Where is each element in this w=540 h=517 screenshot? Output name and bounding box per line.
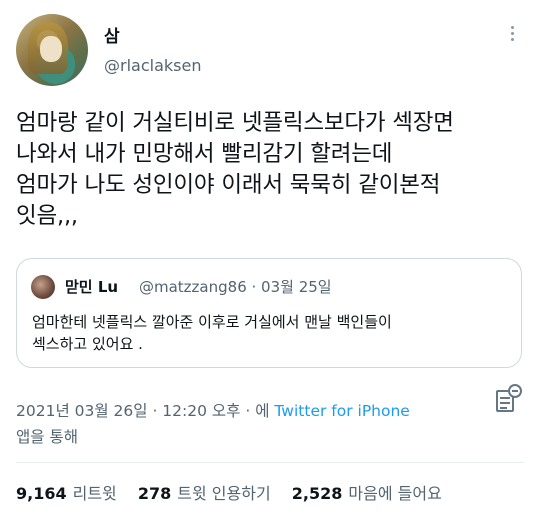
quotes-stat[interactable]: 278 트윗 인용하기 <box>138 484 271 503</box>
analytics-line <box>500 407 507 409</box>
retweets-label: 리트윗 <box>72 484 117 503</box>
retweets-stat[interactable]: 9,164 리트윗 <box>16 484 117 503</box>
quotes-count: 278 <box>137 484 172 503</box>
quoted-text: 엄마한테 넷플릭스 깔아준 이후로 거실에서 맨날 백인들이 섹스하고 있어요 … <box>32 313 392 353</box>
divider <box>16 462 524 463</box>
source-suffix: 앱을 통해 <box>16 428 78 446</box>
analytics-line <box>500 402 510 404</box>
quoted-tweet-card[interactable]: 맏민 Lu @matzzang86 · 03월 25일 엄마한테 넷플릭스 깔아… <box>16 258 522 368</box>
analytics-line <box>500 397 510 399</box>
quoted-name: 맏민 Lu <box>65 278 119 296</box>
likes-label: 마음에 들어요 <box>348 484 442 503</box>
author-handle[interactable]: @rlaclaksen <box>104 56 201 75</box>
more-dot <box>510 32 514 35</box>
quoted-handle-date: @matzzang86 · 03월 25일 <box>139 278 332 296</box>
timestamp: 2021년 03월 26일 · 12:20 오후 · 에 <box>16 402 275 420</box>
more-dot <box>510 38 514 41</box>
analytics-badge <box>508 384 522 398</box>
more-dot <box>510 26 514 29</box>
engagement-stats: 9,164 리트윗 278 트윗 인용하기 2,528 마음에 들어요 <box>16 480 442 504</box>
analytics-icon[interactable] <box>496 384 522 412</box>
tweet-text: 엄마랑 같이 거실티비로 넷플릭스보다가 섹장면 나와서 내가 민망해서 빨리감… <box>16 110 454 229</box>
source-link[interactable]: Twitter for iPhone <box>274 402 409 420</box>
author-name[interactable]: 삼 <box>104 22 120 47</box>
quotes-label: 트윗 인용하기 <box>177 484 271 503</box>
tweet-meta: 2021년 03월 26일 · 12:20 오후 · 에 Twitter for… <box>16 399 410 421</box>
quoted-avatar <box>31 275 55 299</box>
more-icon[interactable] <box>508 26 516 46</box>
likes-count: 2,528 <box>291 484 343 503</box>
avatar-face <box>40 36 62 62</box>
retweets-count: 9,164 <box>16 484 67 503</box>
likes-stat[interactable]: 2,528 마음에 들어요 <box>292 484 442 503</box>
author-avatar[interactable] <box>16 14 88 86</box>
